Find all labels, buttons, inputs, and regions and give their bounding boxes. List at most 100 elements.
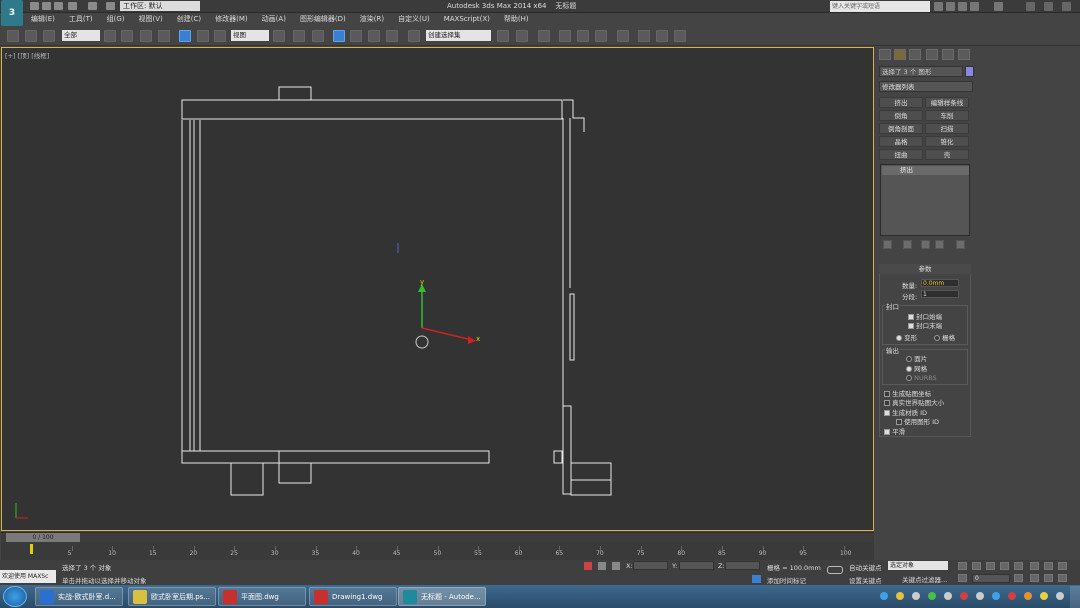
next-frame-icon[interactable] — [1000, 562, 1009, 570]
z-coord-field[interactable] — [725, 561, 760, 570]
stack-item-extrude[interactable]: 挤出 — [882, 166, 969, 175]
unlink-icon[interactable] — [25, 30, 37, 42]
render-setup-icon[interactable] — [638, 30, 650, 42]
tray-volume-icon[interactable] — [912, 592, 920, 600]
layer-manager-icon[interactable] — [538, 30, 550, 42]
snap-toggle-icon[interactable] — [333, 30, 345, 42]
time-config-icon[interactable] — [1014, 574, 1023, 582]
zoom-all-icon[interactable] — [1044, 562, 1053, 570]
tray-app-icon[interactable] — [896, 592, 904, 600]
time-tag-icon[interactable] — [752, 575, 761, 583]
modifier-button-1[interactable]: 编辑样条线 — [925, 97, 969, 108]
zoom-extents-icon[interactable] — [1058, 562, 1067, 570]
utilities-tab-icon[interactable] — [958, 49, 970, 60]
modifier-button-7[interactable]: 锥化 — [925, 136, 969, 147]
favorites-icon[interactable] — [970, 2, 979, 11]
hierarchy-tab-icon[interactable] — [909, 49, 921, 60]
orbit-icon[interactable] — [1058, 574, 1067, 582]
rendered-frame-icon[interactable] — [656, 30, 668, 42]
top-beam-shape[interactable] — [181, 99, 563, 120]
modifier-button-3[interactable]: 车削 — [925, 110, 969, 121]
menu-item-2[interactable]: 组(G) — [100, 13, 132, 26]
right-lower-post[interactable] — [562, 405, 572, 495]
modifier-list-dropdown[interactable]: 修改器列表 — [879, 81, 973, 92]
menu-item-10[interactable]: MAXScript(X) — [437, 13, 497, 26]
bottom-block-right[interactable] — [570, 462, 612, 496]
maximize-icon[interactable] — [1044, 2, 1053, 11]
align-icon[interactable] — [516, 30, 528, 42]
object-name-field[interactable]: 选择了 3 个 图形 — [879, 66, 963, 77]
spinner-snap-icon[interactable] — [386, 30, 398, 42]
add-time-tag[interactable]: 添加时间标记 — [767, 575, 806, 585]
segments-spinner[interactable]: 1 — [921, 290, 959, 298]
workspace-dropdown[interactable]: 工作区: 默认 — [120, 1, 200, 11]
tray-ime-icon[interactable] — [1040, 592, 1048, 600]
grid-radio[interactable]: 栅格 — [934, 332, 955, 342]
tray-record-icon[interactable] — [1024, 592, 1032, 600]
redo-icon[interactable] — [88, 2, 97, 10]
gizmo-x-axis[interactable] — [421, 327, 473, 341]
modifier-button-0[interactable]: 挤出 — [879, 97, 923, 108]
tray-update-icon[interactable] — [960, 592, 968, 600]
taskbar-item-2[interactable]: 平面图.dwg — [218, 587, 306, 606]
tray-network-icon[interactable] — [880, 592, 888, 600]
pin-stack-icon[interactable] — [883, 240, 892, 249]
keyboard-shortcut-icon[interactable] — [312, 30, 324, 42]
parameters-header[interactable]: 参数 — [879, 264, 971, 274]
select-scale-icon[interactable] — [214, 30, 226, 42]
tray-keyboard-icon[interactable] — [976, 592, 984, 600]
undo-icon[interactable] — [68, 2, 77, 10]
select-rotate-icon[interactable] — [197, 30, 209, 42]
real-world-checkbox[interactable]: 真实世界贴图大小 — [884, 397, 944, 407]
selection-filter-dropdown[interactable]: 全部 — [62, 30, 100, 41]
modifier-button-5[interactable]: 扫描 — [925, 123, 969, 134]
schematic-view-icon[interactable] — [595, 30, 607, 42]
menu-item-11[interactable]: 帮助(H) — [497, 13, 536, 26]
menu-item-0[interactable]: 编辑(E) — [24, 13, 62, 26]
modifier-button-2[interactable]: 倒角 — [879, 110, 923, 121]
menu-item-6[interactable]: 动画(A) — [255, 13, 293, 26]
current-frame-field[interactable]: 0 — [972, 574, 1010, 583]
window-crossing-icon[interactable] — [158, 30, 170, 42]
goto-start-icon[interactable] — [958, 562, 967, 570]
bind-space-warp-icon[interactable] — [43, 30, 55, 42]
select-object-icon[interactable] — [104, 30, 116, 42]
right-bracket-top[interactable] — [563, 99, 585, 132]
play-icon[interactable] — [986, 562, 995, 570]
tray-cloud-icon[interactable] — [992, 592, 1000, 600]
open-file-icon[interactable] — [42, 2, 51, 10]
subscription-icon[interactable] — [946, 2, 955, 11]
taskbar-item-0[interactable]: 实战-欧式卧室.d... — [35, 587, 123, 606]
taskbar-item-1[interactable]: 欧式卧室后期.ps... — [128, 587, 216, 606]
morph-radio[interactable]: 变形 — [896, 332, 917, 342]
select-move-icon[interactable] — [179, 30, 191, 42]
key-mode-dropdown[interactable]: 选定对象 — [888, 561, 948, 570]
modifier-button-9[interactable]: 壳 — [925, 149, 969, 160]
select-manipulate-icon[interactable] — [293, 30, 305, 42]
prev-frame-icon[interactable] — [972, 562, 981, 570]
use-shape-id-checkbox[interactable]: 使用图形 ID — [896, 416, 939, 426]
maxscript-listener[interactable]: 欢迎使用 MAXSc — [0, 570, 56, 583]
gizmo-x-arrow[interactable] — [468, 336, 476, 344]
angle-snap-icon[interactable] — [350, 30, 362, 42]
modifier-button-6[interactable]: 晶格 — [879, 136, 923, 147]
goto-end-icon[interactable] — [1014, 562, 1023, 570]
binoculars-icon[interactable] — [934, 2, 943, 11]
taskbar-item-4[interactable]: 无标题 - Autode... — [398, 587, 486, 606]
bottom-beam-shape[interactable] — [181, 450, 490, 464]
smooth-checkbox[interactable]: 平滑 — [884, 426, 905, 436]
mirror-icon[interactable] — [497, 30, 509, 42]
material-editor-icon[interactable] — [617, 30, 629, 42]
tray-security-icon[interactable] — [928, 592, 936, 600]
cap-end-checkbox[interactable]: 封口末端 — [908, 320, 942, 330]
edit-named-sel-icon[interactable] — [408, 30, 420, 42]
pivot-center-icon[interactable] — [273, 30, 285, 42]
bottom-block-left[interactable] — [230, 462, 264, 496]
nurbs-radio[interactable]: NURBS — [906, 374, 937, 382]
key-mode-icon[interactable] — [958, 574, 967, 582]
configure-sets-icon[interactable] — [956, 240, 965, 249]
small-square-shape[interactable] — [553, 450, 563, 464]
absolute-mode-icon[interactable] — [612, 562, 620, 570]
current-frame-marker[interactable] — [30, 544, 33, 554]
make-unique-icon[interactable] — [921, 240, 930, 249]
